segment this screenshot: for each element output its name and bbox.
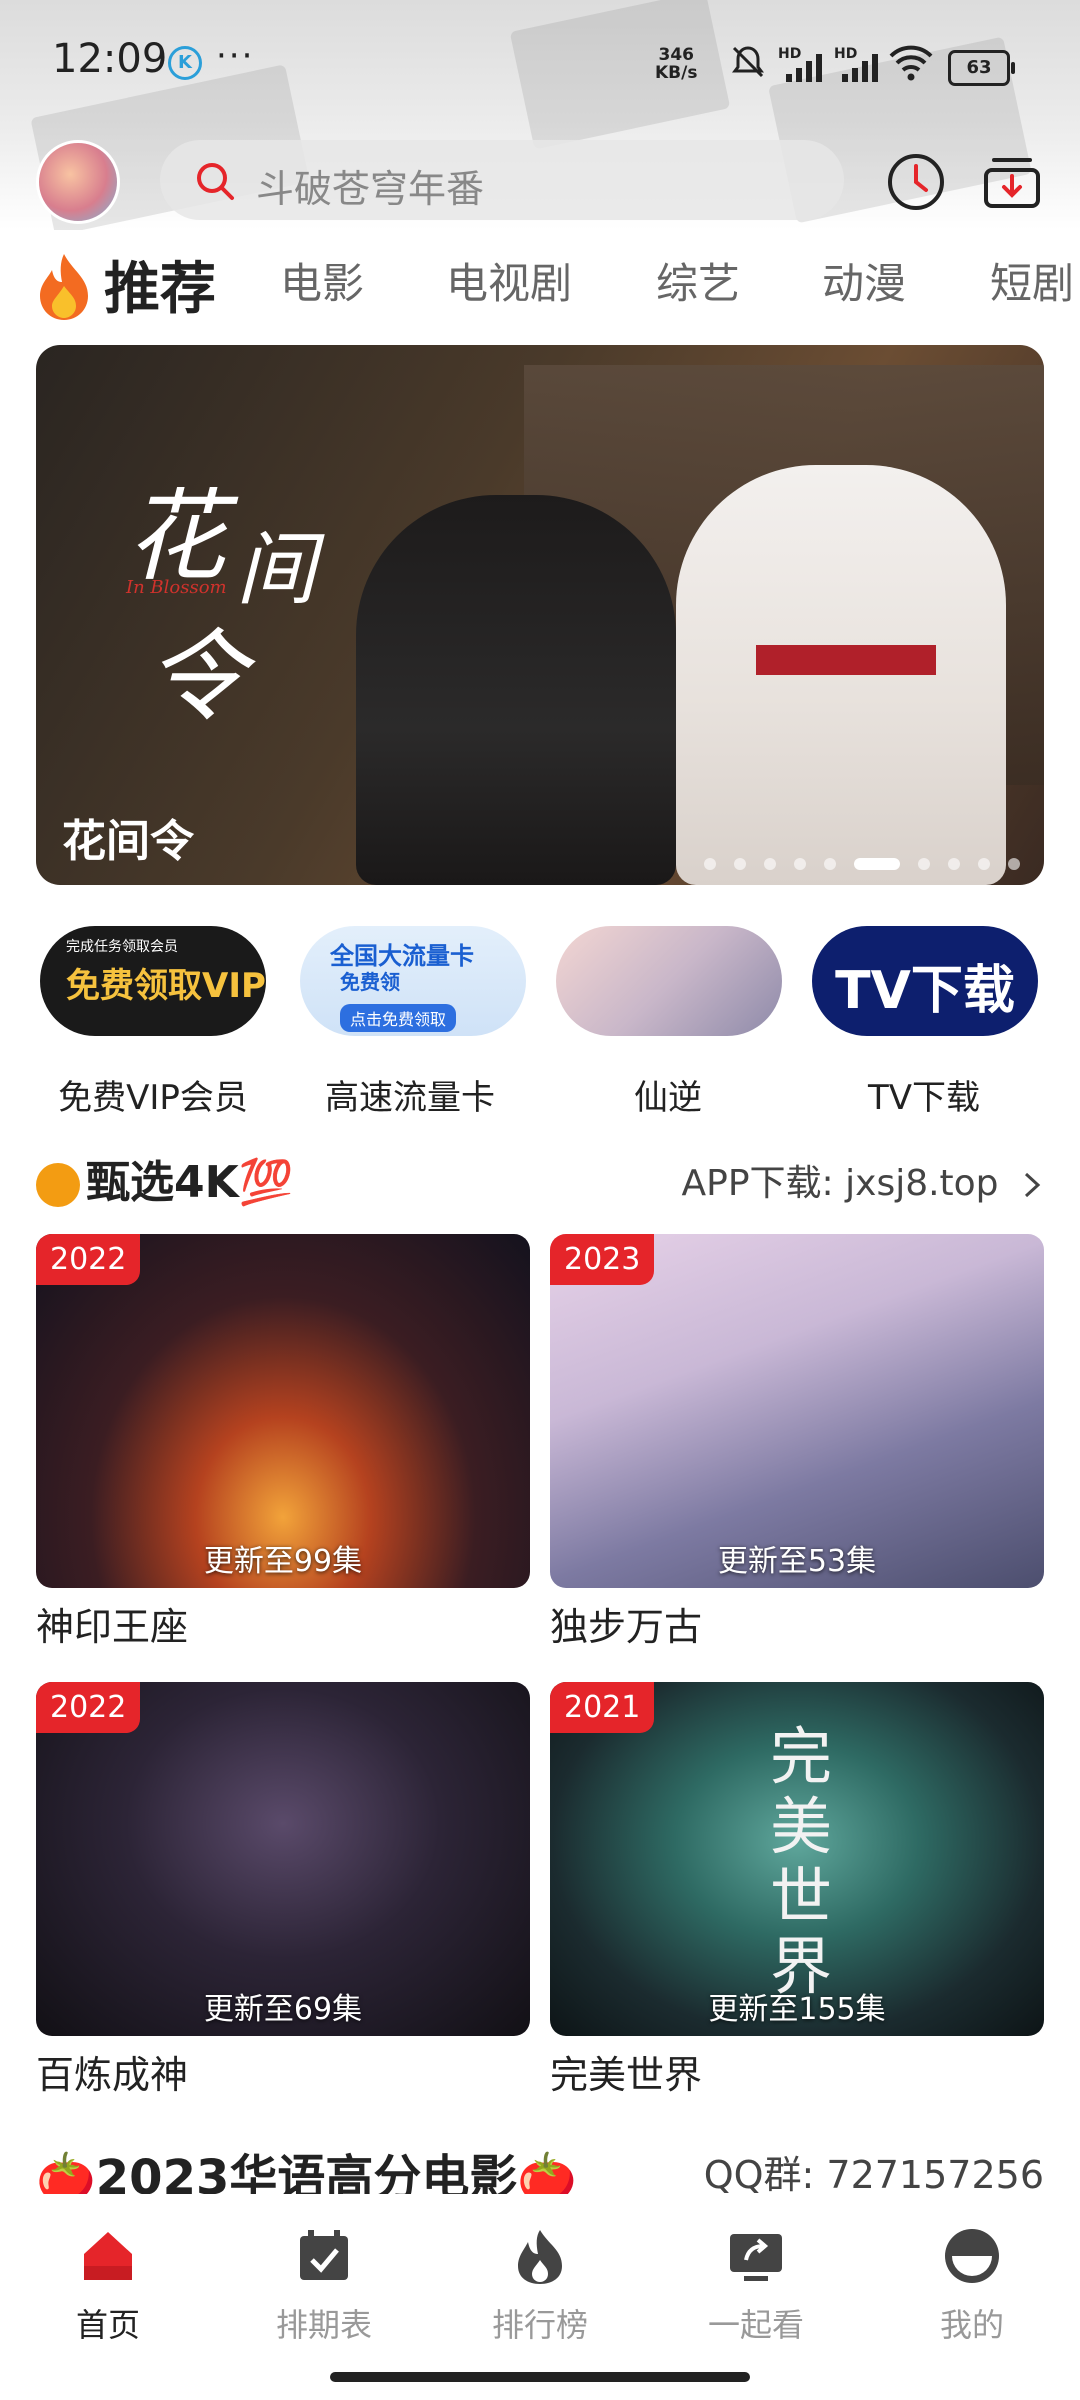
- k-app-icon: K: [168, 46, 202, 80]
- chevron-right-icon: [1024, 1172, 1041, 1198]
- video-card[interactable]: 2022 更新至69集: [36, 1682, 530, 2036]
- video-card[interactable]: 完美世界 2021 更新至155集: [550, 1682, 1044, 2036]
- banner-red-sash: [756, 645, 936, 675]
- nav-ranking[interactable]: 排行榜: [450, 2226, 630, 2346]
- banner-pager: [686, 853, 1020, 870]
- search-bar[interactable]: 斗破苍穹年番: [160, 140, 844, 220]
- free-vip-label[interactable]: 免费VIP会员: [23, 1070, 283, 1119]
- qq-group-link[interactable]: QQ群: 727157256: [704, 2150, 1044, 2194]
- tab-movies[interactable]: 电影: [280, 250, 364, 311]
- video-card[interactable]: 2022 更新至99集: [36, 1234, 530, 1588]
- mute-bell-icon: [732, 46, 764, 78]
- next-section-title: 🍅2023华语高分电影🍅: [36, 2150, 578, 2194]
- pager-dot[interactable]: [948, 857, 960, 870]
- profile-face-icon: [945, 2229, 999, 2283]
- home-icon: [84, 2232, 132, 2280]
- year-badge: 2022: [36, 1682, 141, 1733]
- episode-status: 更新至99集: [203, 1544, 363, 1579]
- video-title[interactable]: 神印王座: [36, 1596, 188, 1651]
- video-title[interactable]: 独步万古: [550, 1596, 702, 1651]
- screen-share-icon: [730, 2234, 782, 2281]
- nav-profile[interactable]: 我的: [882, 2226, 1062, 2346]
- pager-dot[interactable]: [824, 857, 836, 870]
- banner-logo-char: 间: [236, 523, 316, 616]
- pager-dot[interactable]: [704, 857, 716, 870]
- tab-tv-series[interactable]: 电视剧: [446, 250, 572, 311]
- bottom-navigation: 首页 排期表 排行榜 一起看 我的: [0, 2196, 1080, 2400]
- next-section-header: 🍅2023华语高分电影🍅 QQ群: 727157256: [36, 2150, 1044, 2194]
- flame-icon: [40, 254, 88, 320]
- free-vip-card[interactable]: 完成任务领取会员 免费领取VIP: [40, 926, 266, 1036]
- xianni-card[interactable]: [556, 926, 782, 1036]
- banner-title: 花间令: [62, 816, 194, 867]
- pager-dot[interactable]: [764, 857, 776, 870]
- episode-status: 更新至69集: [203, 1992, 363, 2027]
- search-placeholder: 斗破苍穹年番: [256, 167, 485, 211]
- status-bar: 12:09 K ··· 346 KB/s HD HD 63: [0, 0, 1080, 120]
- network-speed: 346 KB/s: [655, 45, 698, 83]
- download-icon[interactable]: [980, 150, 1044, 214]
- battery-icon: 63: [948, 50, 1015, 86]
- data-card-card[interactable]: 全国大流量卡 免费领 点击免费领取: [300, 926, 526, 1036]
- pager-dot[interactable]: [734, 857, 746, 870]
- video-card[interactable]: 2023 更新至53集: [550, 1234, 1044, 1588]
- pager-dot[interactable]: [978, 857, 990, 870]
- poster-calligraphy: 完美世界: [770, 1720, 833, 2003]
- orange-heart-icon: [36, 1163, 80, 1207]
- pager-dot[interactable]: [1008, 857, 1020, 870]
- user-avatar[interactable]: [36, 140, 120, 224]
- more-notifications-icon: ···: [216, 36, 255, 76]
- video-title[interactable]: 完美世界: [550, 2044, 702, 2099]
- data-card-label[interactable]: 高速流量卡: [280, 1070, 540, 1119]
- gesture-home-bar[interactable]: [330, 2372, 750, 2382]
- search-icon: [197, 163, 234, 200]
- category-tabs: 推荐 电影 电视剧 综艺 动漫 短剧: [32, 250, 1080, 330]
- status-time: 12:09: [52, 36, 168, 82]
- year-badge: 2021: [550, 1682, 655, 1733]
- banner-figure-woman: [676, 465, 1006, 885]
- nav-home[interactable]: 首页: [18, 2226, 198, 2346]
- signal-icon-2: HD: [834, 46, 884, 82]
- banner-logo-char: 令: [146, 618, 246, 735]
- history-clock-icon[interactable]: [884, 150, 948, 214]
- video-title[interactable]: 百炼成神: [36, 2044, 188, 2099]
- tab-recommend[interactable]: 推荐: [104, 250, 216, 325]
- tab-anime[interactable]: 动漫: [822, 250, 906, 311]
- nav-watch-together[interactable]: 一起看: [666, 2226, 846, 2346]
- episode-status: 更新至53集: [717, 1544, 877, 1579]
- banner-english-title: In Blossom: [126, 577, 227, 598]
- wifi-icon: [889, 45, 933, 81]
- tab-short-drama[interactable]: 短剧: [990, 250, 1074, 311]
- year-badge: 2022: [36, 1234, 141, 1285]
- episode-status: 更新至155集: [708, 1992, 886, 2027]
- signal-icon-1: HD: [778, 46, 828, 82]
- calendar-check-icon: [300, 2230, 348, 2280]
- section-title: 甄选4K💯: [36, 1146, 294, 1210]
- tv-download-card[interactable]: TV下载: [812, 926, 1038, 1036]
- pager-dot[interactable]: [854, 857, 900, 870]
- pager-dot[interactable]: [794, 857, 806, 870]
- pager-dot[interactable]: [918, 857, 930, 870]
- xianni-label[interactable]: 仙逆: [538, 1070, 798, 1119]
- app-download-link[interactable]: APP下载: jxsj8.top: [682, 1154, 1044, 1206]
- hero-banner[interactable]: 花 间 令 In Blossom 花间令: [36, 345, 1044, 885]
- banner-figure-man: [356, 495, 676, 885]
- flame-icon: [518, 2230, 562, 2284]
- year-badge: 2023: [550, 1234, 655, 1285]
- banner-logo: 花 间 令 In Blossom: [116, 465, 356, 735]
- tv-download-label[interactable]: TV下载: [794, 1070, 1054, 1119]
- tab-variety[interactable]: 综艺: [656, 250, 740, 311]
- nav-schedule[interactable]: 排期表: [234, 2226, 414, 2346]
